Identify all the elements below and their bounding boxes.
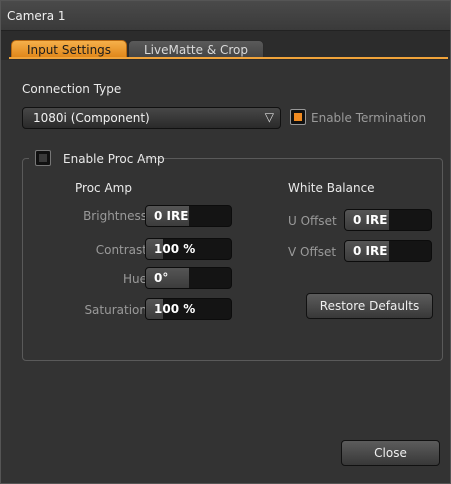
hue-value: 0° — [154, 271, 169, 285]
white-balance-heading: White Balance — [288, 181, 375, 195]
v-offset-value: 0 IRE — [353, 244, 388, 258]
connection-type-dropdown[interactable]: 1080i (Component) ▽ — [22, 107, 281, 129]
enable-proc-amp-label: Enable Proc Amp — [63, 152, 165, 166]
brightness-label: Brightness — [83, 209, 147, 223]
proc-amp-heading: Proc Amp — [75, 181, 132, 195]
camera-settings-window: Camera 1 Input Settings LiveMatte & Crop… — [0, 0, 451, 484]
enable-termination-label: Enable Termination — [311, 111, 427, 125]
saturation-label: Saturation — [84, 303, 147, 317]
u-offset-label: U Offset — [288, 214, 337, 228]
v-offset-field[interactable]: 0 IRE — [344, 240, 432, 262]
hue-label: Hue — [122, 272, 147, 286]
tab-divider — [9, 57, 448, 59]
connection-type-value: 1080i (Component) — [33, 111, 150, 125]
connection-type-label: Connection Type — [22, 82, 122, 96]
hue-field[interactable]: 0° — [145, 267, 232, 289]
input-settings-panel: Connection Type 1080i (Component) ▽ Enab… — [9, 60, 449, 480]
enable-proc-amp-checkbox[interactable] — [35, 150, 51, 166]
enable-termination-checkbox[interactable] — [290, 109, 306, 125]
proc-amp-group-legend: Enable Proc Amp — [29, 150, 165, 166]
chevron-down-icon: ▽ — [264, 110, 274, 124]
saturation-value: 100 % — [154, 302, 196, 316]
tab-input-settings[interactable]: Input Settings — [11, 40, 127, 58]
tab-bar: Input Settings LiveMatte & Crop — [1, 31, 450, 60]
u-offset-field[interactable]: 0 IRE — [344, 209, 432, 231]
tab-livematte-crop[interactable]: LiveMatte & Crop — [128, 40, 264, 58]
brightness-value: 0 IRE — [154, 209, 189, 223]
v-offset-label: V Offset — [288, 245, 337, 259]
restore-defaults-button[interactable]: Restore Defaults — [306, 293, 433, 319]
contrast-value: 100 % — [154, 242, 196, 256]
contrast-label: Contrast — [95, 243, 147, 257]
brightness-field[interactable]: 0 IRE — [145, 205, 232, 227]
window-title: Camera 1 — [7, 9, 66, 23]
contrast-field[interactable]: 100 % — [145, 238, 232, 260]
title-bar: Camera 1 — [1, 1, 450, 31]
close-button[interactable]: Close — [341, 440, 440, 466]
saturation-field[interactable]: 100 % — [145, 298, 232, 320]
u-offset-value: 0 IRE — [353, 213, 388, 227]
